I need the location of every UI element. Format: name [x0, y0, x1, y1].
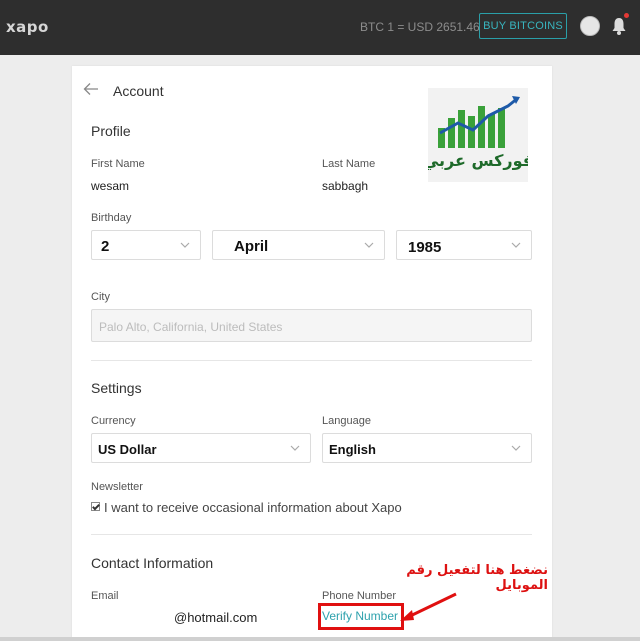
- language-select[interactable]: English: [322, 433, 532, 463]
- section-divider: [91, 534, 532, 535]
- phone-label: Phone Number: [322, 590, 396, 602]
- back-arrow-icon[interactable]: [83, 82, 99, 96]
- top-bar: xapo BTC 1 = USD 2651.46 BUY BITCOINS: [0, 0, 640, 55]
- btc-rate: BTC 1 = USD 2651.46: [360, 20, 480, 34]
- city-input[interactable]: Palo Alto, California, United States: [91, 309, 532, 342]
- newsletter-checkbox[interactable]: [91, 502, 100, 511]
- city-placeholder: Palo Alto, California, United States: [99, 320, 283, 334]
- last-name-value[interactable]: sabbagh: [322, 179, 368, 193]
- newsletter-label: Newsletter: [91, 481, 143, 493]
- notification-dot: [624, 13, 629, 18]
- forex-logo-text: فوركس عربي: [428, 151, 528, 171]
- xapo-logo[interactable]: xapo: [6, 18, 49, 36]
- chevron-down-icon: [511, 445, 521, 451]
- bell-icon[interactable]: [611, 16, 627, 36]
- contact-heading: Contact Information: [91, 555, 214, 571]
- page-title: Account: [113, 83, 164, 99]
- chevron-down-icon: [290, 445, 300, 451]
- settings-heading: Settings: [91, 380, 142, 396]
- currency-value: US Dollar: [98, 442, 157, 457]
- chevron-down-icon: [364, 242, 374, 248]
- verify-number-link[interactable]: Verify Number: [322, 609, 398, 623]
- chevron-down-icon: [511, 242, 521, 248]
- chevron-down-icon: [180, 242, 190, 248]
- avatar[interactable]: [580, 16, 600, 36]
- language-value: English: [329, 442, 376, 457]
- annotation-arrow: [400, 592, 457, 621]
- buy-bitcoins-button[interactable]: BUY BITCOINS: [479, 13, 567, 39]
- section-divider: [91, 360, 532, 361]
- last-name-label: Last Name: [322, 158, 376, 170]
- birth-day-select[interactable]: 2: [91, 230, 201, 260]
- newsletter-text: I want to receive occasional information…: [104, 500, 402, 515]
- email-label: Email: [91, 590, 119, 602]
- currency-select[interactable]: US Dollar: [91, 433, 311, 463]
- birthday-label: Birthday: [91, 212, 132, 224]
- arabic-annotation: نضغط هنا لتفعيل رقم الموبايل: [406, 563, 548, 593]
- birth-day-value: 2: [101, 238, 110, 255]
- city-label: City: [91, 291, 110, 303]
- birth-year-value: 1985: [408, 239, 442, 256]
- language-label: Language: [322, 415, 371, 427]
- first-name-value[interactable]: wesam: [91, 179, 129, 193]
- currency-label: Currency: [91, 415, 136, 427]
- first-name-label: First Name: [91, 158, 145, 170]
- birth-month-select[interactable]: April: [212, 230, 385, 260]
- email-value: @hotmail.com: [174, 610, 258, 625]
- forex-logo-image: فوركس عربي: [428, 88, 528, 182]
- birth-year-select[interactable]: 1985: [396, 230, 532, 260]
- bottom-strip: [0, 637, 640, 641]
- profile-heading: Profile: [91, 123, 131, 139]
- birth-month-value: April: [234, 238, 269, 255]
